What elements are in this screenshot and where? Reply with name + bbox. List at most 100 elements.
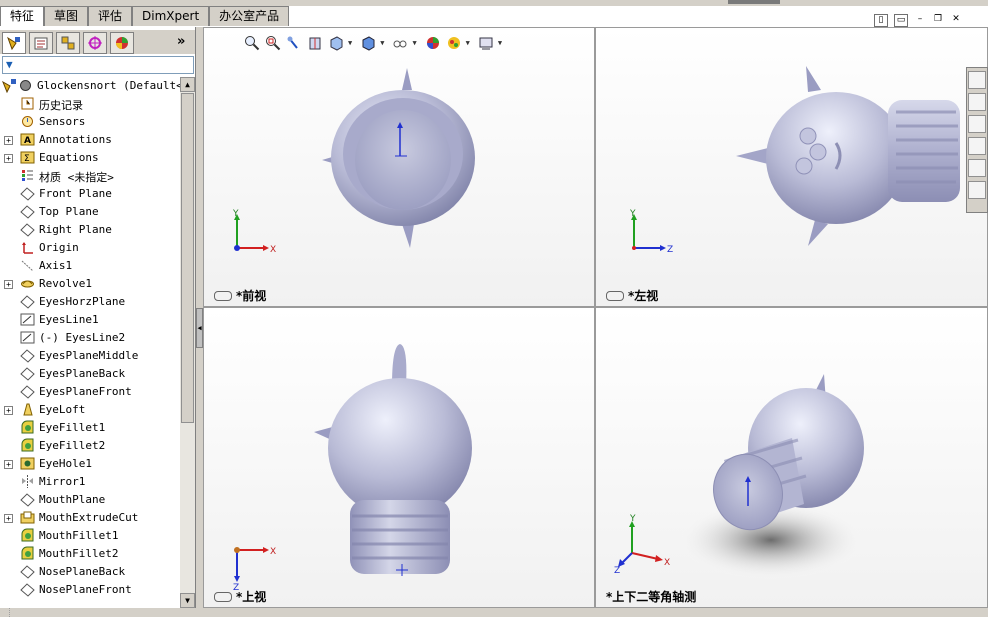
chevron-down-icon[interactable]: ▼ <box>348 39 352 47</box>
triad-x-label: X <box>664 558 670 568</box>
expand-toggle[interactable]: + <box>4 406 13 415</box>
tree-item-label: (-) EyesLine2 <box>39 331 126 344</box>
chevron-down-icon[interactable]: ▼ <box>498 39 502 47</box>
tree-item[interactable]: EyesPlaneMiddle <box>0 347 180 365</box>
home-icon[interactable] <box>968 71 986 89</box>
tree-scrollbar[interactable]: ▲ ▼ <box>180 77 195 608</box>
view-palette-icon[interactable] <box>968 137 986 155</box>
tree-item[interactable]: 历史记录 <box>0 95 180 113</box>
appearances-icon[interactable] <box>968 159 986 177</box>
tree-item[interactable]: + EyeLoft <box>0 401 180 419</box>
fillet-icon <box>21 420 34 434</box>
tree-item[interactable]: Top Plane <box>0 203 180 221</box>
minimize-icon[interactable]: – <box>914 14 926 25</box>
viewport-front[interactable]: Y X *前视 <box>203 27 595 307</box>
tree-item[interactable]: EyeFillet2 <box>0 437 180 455</box>
chevron-down-icon[interactable]: ▼ <box>412 39 416 47</box>
close-icon[interactable]: ✕ <box>950 14 962 25</box>
zoom-to-fit-icon[interactable] <box>243 34 261 52</box>
zoom-to-area-icon[interactable] <box>264 34 282 52</box>
custom-properties-icon[interactable] <box>968 181 986 199</box>
chevron-down-icon[interactable]: ▼ <box>380 39 384 47</box>
tree-item[interactable]: EyesPlaneBack <box>0 365 180 383</box>
section-view-icon[interactable] <box>306 34 324 52</box>
tab-features[interactable]: 特征 <box>0 6 45 26</box>
tree-item-label: Right Plane <box>39 223 112 236</box>
edit-appearance-icon[interactable] <box>424 34 442 52</box>
previous-view-icon[interactable] <box>285 34 303 52</box>
link-views-icon[interactable] <box>606 290 624 301</box>
scroll-up-button[interactable]: ▲ <box>180 77 195 92</box>
chevron-down-icon[interactable]: ▼ <box>466 39 470 47</box>
design-library-icon[interactable] <box>968 93 986 111</box>
scroll-thumb[interactable] <box>181 93 194 423</box>
hide-show-items-icon[interactable] <box>391 34 409 52</box>
tile-horizontal-icon[interactable]: ▭ <box>894 14 908 27</box>
apply-scene-icon[interactable] <box>445 34 463 52</box>
dimxpert-manager-tab[interactable] <box>83 32 107 54</box>
expand-toggle[interactable]: + <box>4 136 13 145</box>
view-orientation-icon[interactable] <box>327 34 345 52</box>
tab-dimxpert[interactable]: DimXpert <box>132 6 210 26</box>
feature-tree-tab[interactable] <box>2 32 26 54</box>
tree-item[interactable]: Mirror1 <box>0 473 180 491</box>
tree-item[interactable]: + EyeHole1 <box>0 455 180 473</box>
tree-item[interactable]: Right Plane <box>0 221 180 239</box>
view-settings-icon[interactable] <box>477 34 495 52</box>
tree-item[interactable]: NosePlaneBack <box>0 563 180 581</box>
tree-item[interactable]: NosePlaneFront <box>0 581 180 599</box>
viewport-isometric[interactable]: Y X Z *上下二等角轴测 <box>595 307 988 608</box>
tab-sketch[interactable]: 草图 <box>44 6 89 26</box>
tree-item-label: Annotations <box>39 133 112 146</box>
tab-office-products[interactable]: 办公室产品 <box>209 6 290 26</box>
tree-filter-field[interactable]: ▼ <box>2 56 194 74</box>
link-views-icon[interactable] <box>214 591 232 602</box>
viewport-window-controls: ▯ ▭ – ❐ ✕ <box>874 14 962 27</box>
tree-item[interactable]: + A Annotations <box>0 131 180 149</box>
file-explorer-icon[interactable] <box>968 115 986 133</box>
tree-item[interactable]: (-) EyesLine2 <box>0 329 180 347</box>
tree-item[interactable]: EyeFillet1 <box>0 419 180 437</box>
display-manager-tab[interactable] <box>110 32 134 54</box>
triad-x-label: X <box>270 245 276 255</box>
tree-item[interactable]: Origin <box>0 239 180 257</box>
configuration-manager-tab[interactable] <box>56 32 80 54</box>
tree-item[interactable]: MouthPlane <box>0 491 180 509</box>
expand-toggle[interactable]: + <box>4 280 13 289</box>
link-views-icon[interactable] <box>214 290 232 301</box>
plane-icon <box>20 295 35 309</box>
tree-item[interactable]: EyesLine1 <box>0 311 180 329</box>
expand-toggle[interactable]: + <box>4 460 13 469</box>
tree-item[interactable]: MouthFillet2 <box>0 545 180 563</box>
expand-tabs-button[interactable]: » <box>177 34 185 49</box>
tree-item-label: EyeFillet2 <box>39 439 106 452</box>
scroll-down-button[interactable]: ▼ <box>180 593 195 608</box>
expand-toggle[interactable]: + <box>4 154 13 163</box>
property-manager-tab[interactable] <box>29 32 53 54</box>
tree-item[interactable]: + Revolve1 <box>0 275 180 293</box>
tree-item[interactable]: Front Plane <box>0 185 180 203</box>
tree-item[interactable]: MouthFillet1 <box>0 527 180 545</box>
tree-item[interactable]: + MouthExtrudeCut <box>0 509 180 527</box>
tree-item[interactable]: EyesPlaneFront <box>0 383 180 401</box>
expand-toggle[interactable]: + <box>4 514 13 523</box>
tile-vertical-icon[interactable]: ▯ <box>874 14 888 27</box>
coordinate-triad-front: Y X <box>232 209 276 255</box>
viewport-top[interactable]: X Z *上视 <box>203 307 595 608</box>
coordinate-triad-isometric: Y X Z <box>614 514 670 573</box>
crosshair-icon <box>88 36 102 50</box>
tree-item[interactable]: EyesHorzPlane <box>0 293 180 311</box>
tree-item[interactable]: 材质 <未指定> <box>0 167 180 185</box>
viewport-left[interactable]: Y Z *左视 <box>595 27 988 307</box>
tab-evaluate[interactable]: 评估 <box>88 6 133 26</box>
display-style-icon[interactable] <box>359 34 377 52</box>
tree-item[interactable]: Sensors <box>0 113 180 131</box>
restore-icon[interactable]: ❐ <box>932 14 944 25</box>
tree-root-part[interactable]: Glockensnort (Default<< <box>0 77 180 95</box>
coordinate-triad-left: Y Z <box>629 209 673 255</box>
collapse-panel-handle[interactable]: ◀ <box>196 308 203 348</box>
tree-item[interactable]: Axis1 <box>0 257 180 275</box>
panel-splitter[interactable]: ◀ <box>196 27 203 608</box>
history-icon <box>21 97 34 110</box>
tree-item[interactable]: + Σ Equations <box>0 149 180 167</box>
